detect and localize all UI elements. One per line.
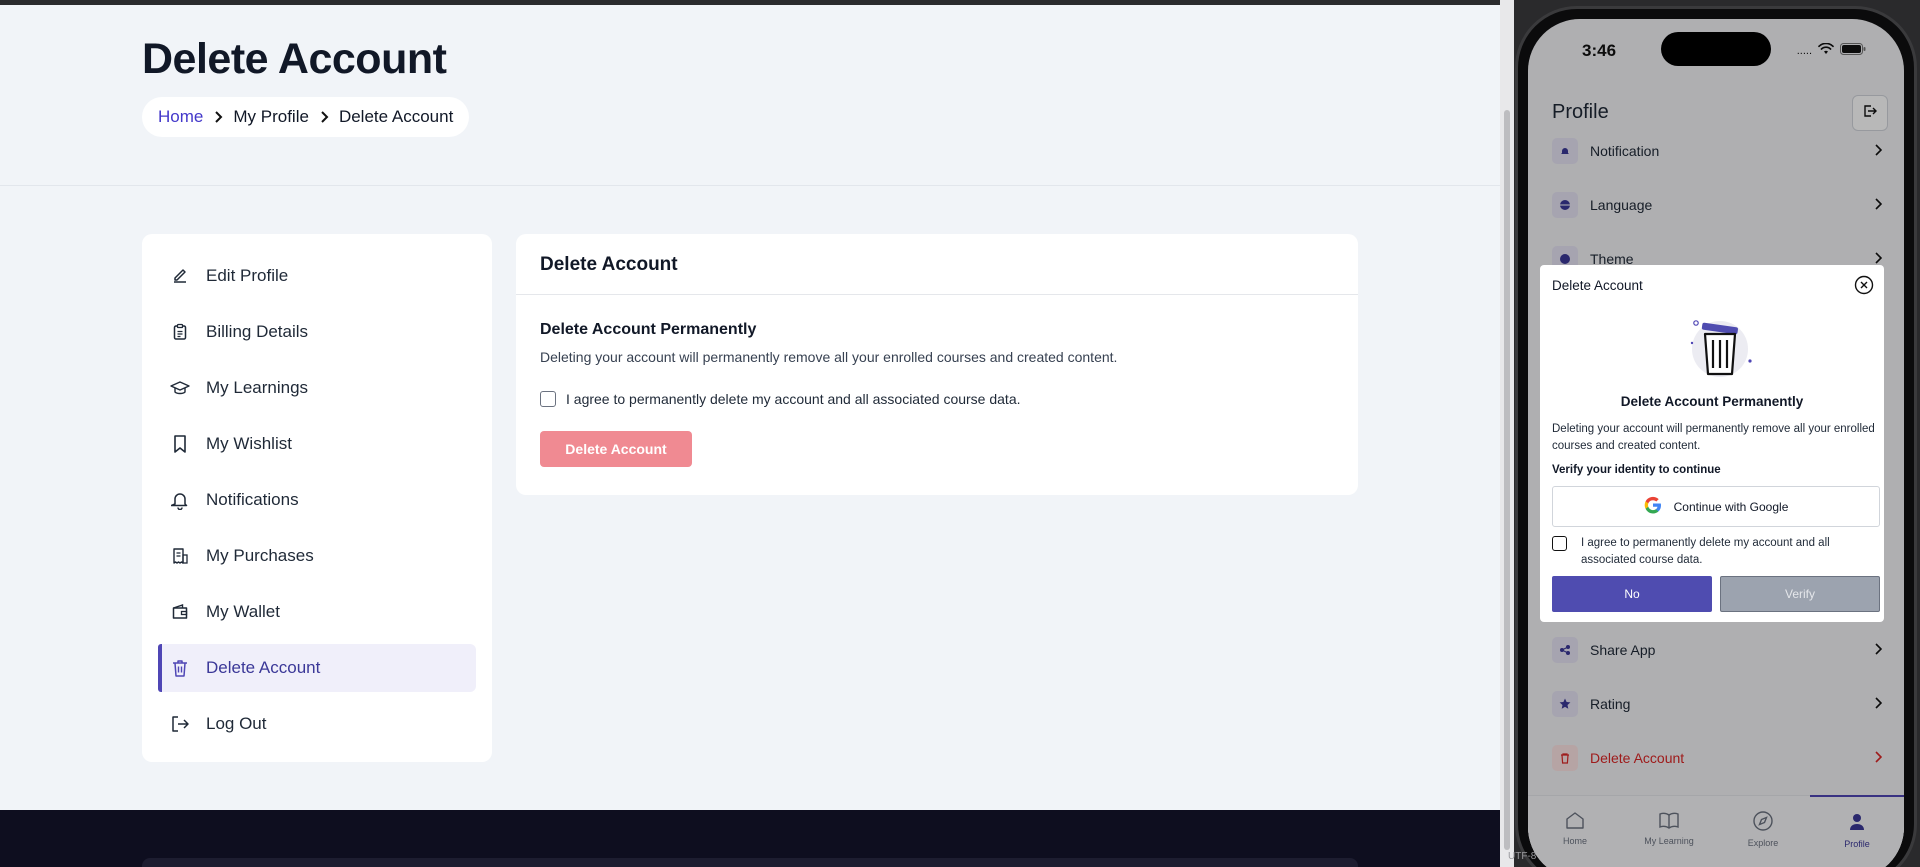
receipt-icon <box>170 546 190 566</box>
dialog-agree-checkbox[interactable] <box>1552 536 1567 551</box>
sidebar-item-edit-profile[interactable]: Edit Profile <box>158 252 476 300</box>
sidebar-item-label: Billing Details <box>206 322 309 341</box>
delete-account-dialog: Delete Account Delete Account Permanentl… <box>1540 265 1884 622</box>
dialog-agree-label: I agree to permanently delete my account… <box>1581 537 1830 566</box>
web-page: Delete Account Home My Profile Delete Ac… <box>0 0 1500 867</box>
sidebar-item-label: Delete Account <box>206 658 321 677</box>
sidebar-item-log-out[interactable]: Log Out <box>158 700 476 748</box>
dialog-heading: Delete Account Permanently <box>1620 394 1804 409</box>
sidebar-item-my-purchases[interactable]: My Purchases <box>158 532 476 580</box>
breadcrumb-my-profile-link[interactable]: My Profile <box>233 107 309 127</box>
sidebar-item-notifications[interactable]: Notifications <box>158 476 476 524</box>
phone-frame: 3:46 ..... Profile Notification Language <box>1515 6 1917 867</box>
site-footer <box>0 810 1500 867</box>
breadcrumb-home-link[interactable]: Home <box>158 107 203 127</box>
dialog-agree-row[interactable]: I agree to permanently delete my account… <box>1552 535 1876 569</box>
bell-icon <box>170 490 190 510</box>
sidebar-item-label: My Learnings <box>206 378 309 397</box>
verify-identity-label: Verify your identity to continue <box>1552 464 1721 476</box>
google-button-label: Continue with Google <box>1673 499 1789 514</box>
sidebar-item-delete-account[interactable]: Delete Account <box>158 644 476 692</box>
google-logo-icon <box>1644 496 1662 517</box>
scrollbar-thumb[interactable] <box>1504 110 1510 850</box>
profile-sidebar: Edit Profile Billing Details My Learning… <box>142 234 492 762</box>
trash-illustration-icon <box>1680 313 1754 381</box>
bookmark-icon <box>170 434 190 454</box>
no-button[interactable]: No <box>1552 576 1712 612</box>
card-title: Delete Account <box>516 234 1358 295</box>
logout-icon <box>170 714 190 734</box>
sidebar-item-my-wishlist[interactable]: My Wishlist <box>158 420 476 468</box>
close-icon[interactable] <box>1854 275 1874 295</box>
delete-description: Deleting your account will permanently r… <box>540 349 1118 365</box>
sidebar-item-label: Edit Profile <box>206 266 289 285</box>
breadcrumb: Home My Profile Delete Account <box>142 97 470 137</box>
sidebar-item-label: My Wishlist <box>206 434 292 453</box>
sidebar-item-billing-details[interactable]: Billing Details <box>158 308 476 356</box>
clipboard-icon <box>170 322 190 342</box>
chevron-right-icon <box>213 111 223 123</box>
page-title: Delete Account <box>142 35 447 83</box>
graduation-cap-icon <box>170 378 190 398</box>
sidebar-item-label: My Wallet <box>206 602 280 621</box>
sidebar-item-label: Log Out <box>206 714 267 733</box>
footer-panel <box>142 858 1358 867</box>
breadcrumb-current: Delete Account <box>338 107 454 126</box>
page-header: Delete Account Home My Profile Delete Ac… <box>0 5 1500 186</box>
trash-icon <box>170 658 190 678</box>
sidebar-item-label: Notifications <box>206 490 299 509</box>
dialog-description: Deleting your account will permanently r… <box>1552 423 1875 452</box>
delete-permanently-heading: Delete Account Permanently <box>540 321 757 338</box>
sidebar-item-my-learnings[interactable]: My Learnings <box>158 364 476 412</box>
card-body: Delete Account Permanently Deleting your… <box>516 295 1358 493</box>
encoding-label: UTF-8 <box>1508 851 1537 862</box>
agree-checkbox-row[interactable]: I agree to permanently delete my account… <box>540 391 1334 407</box>
delete-account-button[interactable]: Delete Account <box>540 431 692 467</box>
wallet-icon <box>170 602 190 622</box>
delete-account-card: Delete Account Delete Account Permanentl… <box>516 234 1358 495</box>
sidebar-item-my-wallet[interactable]: My Wallet <box>158 588 476 636</box>
continue-with-google-button[interactable]: Continue with Google <box>1552 486 1880 527</box>
dialog-title: Delete Account <box>1552 278 1643 293</box>
verify-button[interactable]: Verify <box>1720 576 1880 612</box>
chevron-right-icon <box>319 111 329 123</box>
phone-screen: 3:46 ..... Profile Notification Language <box>1528 19 1904 867</box>
sidebar-item-label: My Purchases <box>206 546 314 565</box>
agree-checkbox-label: I agree to permanently delete my account… <box>566 391 1021 407</box>
agree-checkbox[interactable] <box>540 391 556 407</box>
pencil-icon <box>170 266 190 286</box>
